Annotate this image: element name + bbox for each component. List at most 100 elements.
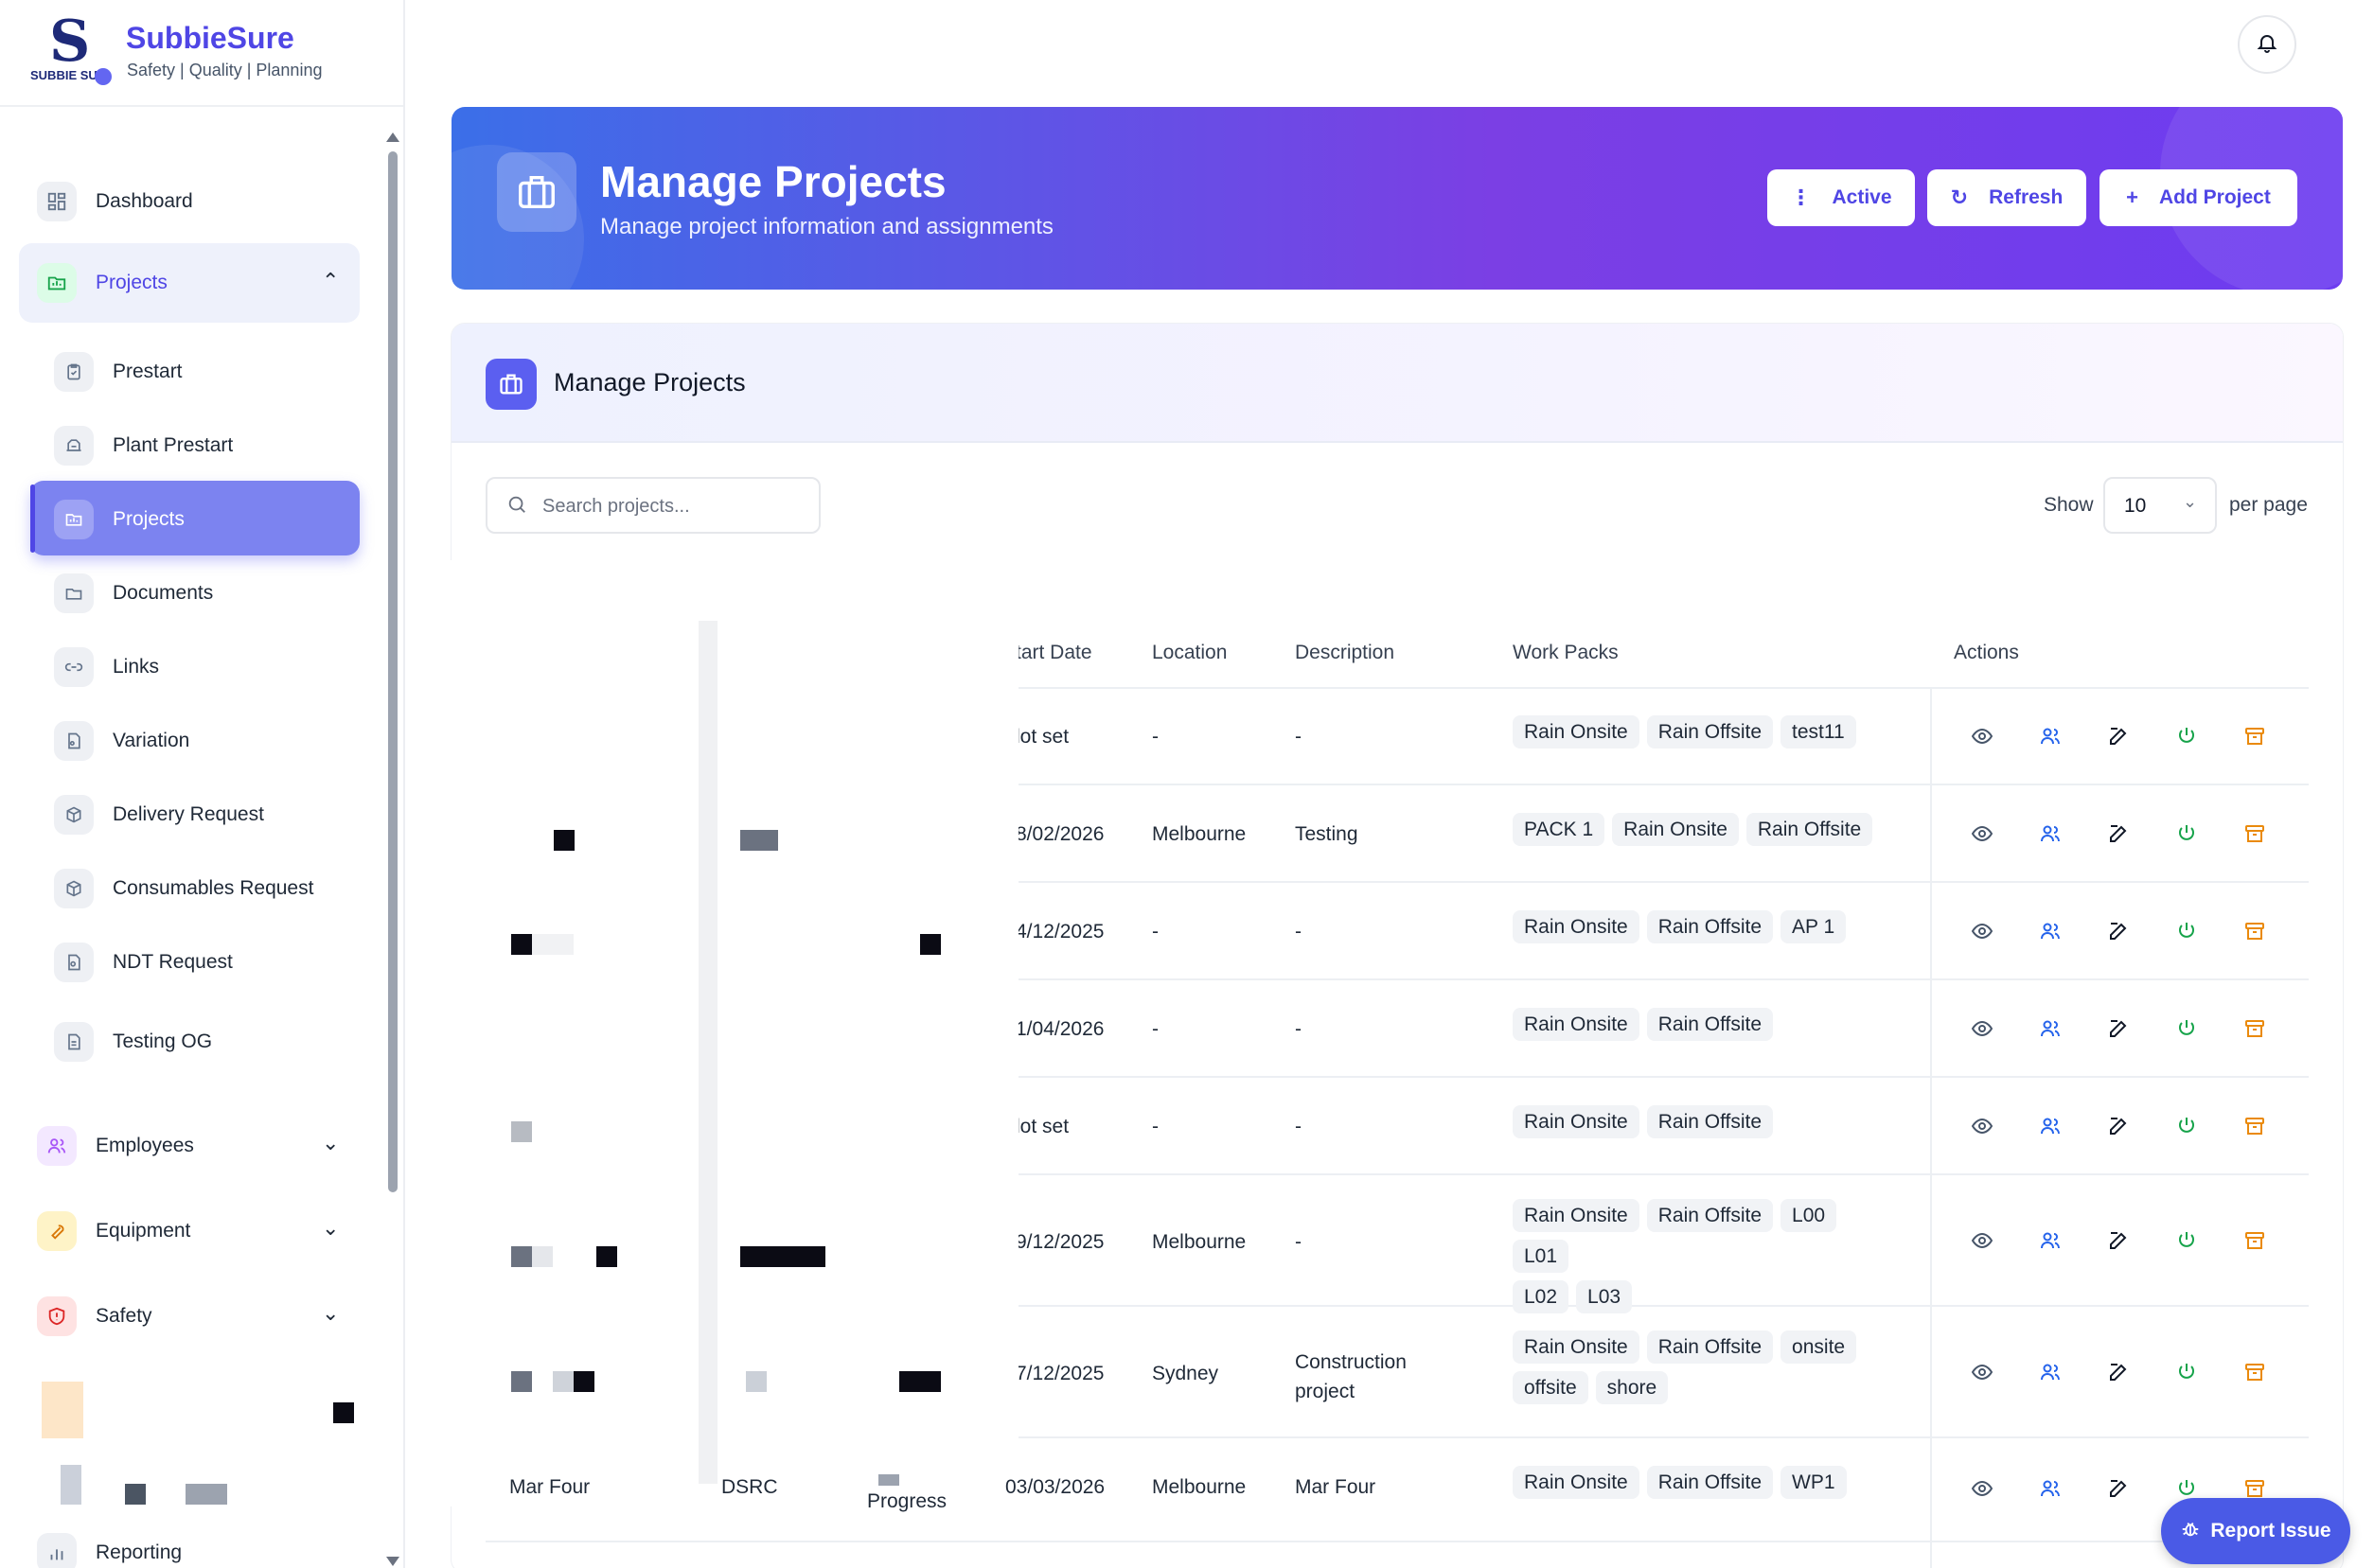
sidebar-item-consumables-request[interactable]: Consumables Request [54, 869, 313, 908]
team-icon[interactable] [2016, 822, 2084, 845]
search-input[interactable] [542, 492, 807, 520]
archive-icon[interactable] [2221, 1477, 2289, 1500]
column-header-work-packs[interactable]: Work Packs [1513, 642, 1619, 664]
power-icon[interactable] [2153, 822, 2221, 845]
view-icon[interactable] [1948, 1017, 2016, 1040]
sidebar-item-prestart[interactable]: Prestart [54, 352, 183, 392]
team-icon[interactable] [2016, 1477, 2084, 1500]
archive-icon[interactable] [2221, 920, 2289, 943]
cell-start-date: 4/12/2025 [1016, 921, 1105, 943]
per-page-label: per page [2229, 494, 2308, 516]
sidebar-item-ndt-request[interactable]: NDT Request [54, 943, 233, 982]
table-divider [1019, 881, 2309, 883]
work-pack-badge: L00 [1780, 1199, 1837, 1232]
team-icon[interactable] [2016, 1017, 2084, 1040]
sidebar-item-dashboard[interactable]: Dashboard [37, 182, 193, 221]
dashboard-icon [37, 182, 77, 221]
edit-icon[interactable] [2084, 1115, 2153, 1137]
sidebar-group-employees[interactable]: Employees [37, 1126, 194, 1166]
archive-icon[interactable] [2221, 1115, 2289, 1137]
power-icon[interactable] [2153, 1229, 2221, 1252]
column-header-location[interactable]: Location [1152, 642, 1227, 664]
pixel-artifact [61, 1465, 81, 1505]
view-icon[interactable] [1948, 1115, 2016, 1137]
team-icon[interactable] [2016, 725, 2084, 748]
sidebar-item-variation[interactable]: Variation [54, 721, 189, 761]
sidebar-scrollbar[interactable] [388, 151, 398, 1192]
work-pack-badge: Rain Offsite [1646, 1105, 1774, 1138]
power-icon[interactable] [2153, 920, 2221, 943]
active-indicator [30, 484, 35, 553]
sidebar-group-reporting[interactable]: Reporting [37, 1533, 182, 1568]
chevron-down-icon[interactable]: ⌄ [322, 1216, 339, 1241]
view-icon[interactable] [1948, 1361, 2016, 1383]
active-filter-button[interactable]: ⋮ Active [1767, 169, 1915, 226]
archive-icon[interactable] [2221, 1017, 2289, 1040]
power-icon[interactable] [2153, 1115, 2221, 1137]
edit-icon[interactable] [2084, 920, 2153, 943]
sidebar-item-delivery-request[interactable]: Delivery Request [54, 795, 264, 835]
bug-icon [2180, 1518, 2201, 1544]
work-pack-badge: Rain Onsite [1513, 910, 1639, 943]
table-divider [1019, 1173, 2309, 1175]
sidebar-group-safety[interactable]: Safety [37, 1296, 152, 1336]
sidebar-group-equipment[interactable]: Equipment [37, 1211, 190, 1251]
team-icon[interactable] [2016, 920, 2084, 943]
scroll-up-arrow[interactable] [386, 132, 399, 142]
column-header-description[interactable]: Description [1295, 642, 1394, 664]
power-icon[interactable] [2153, 1361, 2221, 1383]
search-box[interactable] [486, 477, 821, 534]
sidebar-item-plant-prestart[interactable]: Plant Prestart [54, 426, 233, 466]
archive-icon[interactable] [2221, 1361, 2289, 1383]
view-icon[interactable] [1948, 1229, 2016, 1252]
team-icon[interactable] [2016, 1115, 2084, 1137]
sidebar-item-links[interactable]: Links [54, 647, 159, 687]
work-pack-badge: Rain Offsite [1646, 715, 1774, 749]
column-header-start-date[interactable]: tart Date [1016, 642, 1092, 664]
view-icon[interactable] [1948, 822, 2016, 845]
edit-icon[interactable] [2084, 1361, 2153, 1383]
brand-header: S SUBBIE SU SubbieSure Safety | Quality … [0, 0, 403, 107]
chevron-down-icon[interactable]: ⌄ [322, 1131, 339, 1155]
sidebar-group-label: Employees [96, 1135, 194, 1156]
add-project-button[interactable]: + Add Project [2099, 169, 2297, 226]
power-icon[interactable] [2153, 1477, 2221, 1500]
refresh-button[interactable]: ↻ Refresh [1927, 169, 2086, 226]
row-actions [1948, 1361, 2289, 1383]
sidebar-item-projects[interactable]: Projects [54, 500, 185, 539]
archive-icon[interactable] [2221, 822, 2289, 845]
team-icon[interactable] [2016, 1229, 2084, 1252]
view-icon[interactable] [1948, 725, 2016, 748]
edit-icon[interactable] [2084, 822, 2153, 845]
notifications-button[interactable] [2238, 15, 2296, 74]
table-divider [1019, 784, 2309, 785]
edit-icon[interactable] [2084, 725, 2153, 748]
cell-description: Mar Four [1295, 1476, 1376, 1498]
edit-icon[interactable] [2084, 1477, 2153, 1500]
work-pack-badge: Rain Offsite [1646, 1199, 1774, 1232]
scroll-down-arrow[interactable] [386, 1557, 399, 1566]
power-icon[interactable] [2153, 725, 2221, 748]
cell-location: Melbourne [1152, 823, 1247, 845]
edit-icon[interactable] [2084, 1229, 2153, 1252]
sidebar-group-projects-header[interactable]: Projects [37, 263, 168, 303]
edit-icon[interactable] [2084, 1017, 2153, 1040]
per-page-select[interactable]: 10 ⌄ [2103, 477, 2217, 534]
archive-icon[interactable] [2221, 1229, 2289, 1252]
cell-start-date: 1/04/2026 [1016, 1018, 1105, 1040]
sidebar-item-documents[interactable]: Documents [54, 573, 213, 613]
view-icon[interactable] [1948, 1477, 2016, 1500]
view-icon[interactable] [1948, 920, 2016, 943]
card-header: Manage Projects [452, 324, 2343, 443]
team-icon[interactable] [2016, 1361, 2084, 1383]
cell-location: - [1152, 1116, 1159, 1137]
work-pack-badge: Rain Offsite [1646, 1466, 1774, 1499]
chevron-up-icon[interactable]: ⌃ [322, 269, 339, 293]
sidebar-item-testing-og[interactable]: Testing OG [54, 1022, 212, 1062]
report-issue-button[interactable]: Report Issue [2161, 1498, 2350, 1564]
row-actions [1948, 1115, 2289, 1137]
chevron-down-icon[interactable]: ⌄ [322, 1301, 339, 1326]
power-icon[interactable] [2153, 1017, 2221, 1040]
work-pack-badge: Rain Offsite [1646, 910, 1774, 943]
archive-icon[interactable] [2221, 725, 2289, 748]
